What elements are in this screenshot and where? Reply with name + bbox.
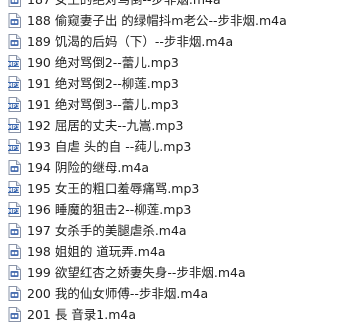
file-name: 191 绝对骂倒3--蕾儿.mp3 xyxy=(27,97,179,112)
file-row[interactable]: MP3 190 绝对骂倒2--蕾儿.mp3 xyxy=(0,52,350,73)
svg-text:MP3: MP3 xyxy=(8,209,20,215)
audio-file-icon xyxy=(8,265,21,280)
audio-file-icon xyxy=(8,0,21,7)
file-name: 194 阴险的继母.m4a xyxy=(27,160,150,175)
file-name: 190 绝对骂倒2--蕾儿.mp3 xyxy=(27,55,179,70)
mp3-file-icon: MP3 xyxy=(7,55,21,70)
file-name: 196 睡魔的狙击2--柳莲.mp3 xyxy=(27,202,192,217)
file-name: 195 女王的粗口羞辱痛骂.mp3 xyxy=(27,181,200,196)
file-name: 192 屈居的丈夫--九嵩.mp3 xyxy=(27,118,184,133)
svg-text:MP3: MP3 xyxy=(8,104,20,110)
file-row[interactable]: MP3 193 自虐 头的自 --莼儿.mp3 xyxy=(0,136,350,157)
file-row[interactable]: 194 阴险的继母.m4a xyxy=(0,157,350,178)
svg-text:MP3: MP3 xyxy=(8,125,20,131)
file-row[interactable]: MP3 191 绝对骂倒2--柳莲.mp3 xyxy=(0,73,350,94)
svg-text:MP3: MP3 xyxy=(8,62,20,68)
svg-text:MP3: MP3 xyxy=(8,83,20,89)
file-row[interactable]: MP3 195 女王的粗口羞辱痛骂.mp3 xyxy=(0,178,350,199)
mp3-file-icon: MP3 xyxy=(7,97,21,112)
file-row[interactable]: MP3 196 睡魔的狙击2--柳莲.mp3 xyxy=(0,199,350,220)
file-row[interactable]: 201 長 音录1.m4a xyxy=(0,304,350,325)
file-name: 187 女王的绝对骂倒--步非烟.m4a xyxy=(27,0,221,10)
file-name: 200 我的仙女师傅--步非烟.m4a xyxy=(27,286,209,301)
file-name: 188 偷窥妻子出 的绿帽抖m老公--步非烟.m4a xyxy=(27,13,287,28)
file-row[interactable]: MP3 191 绝对骂倒3--蕾儿.mp3 xyxy=(0,94,350,115)
mp3-file-icon: MP3 xyxy=(7,139,21,154)
file-row[interactable]: 197 女杀手的美腿虐杀.m4a xyxy=(0,220,350,241)
file-name: 201 長 音录1.m4a xyxy=(27,307,137,322)
audio-file-icon xyxy=(8,13,21,28)
mp3-file-icon: MP3 xyxy=(7,181,21,196)
audio-file-icon xyxy=(8,34,21,49)
audio-file-icon xyxy=(8,223,21,238)
file-row[interactable]: 199 欲望红杏之娇妻失身--步非烟.m4a xyxy=(0,262,350,283)
mp3-file-icon: MP3 xyxy=(7,76,21,91)
file-name: 199 欲望红杏之娇妻失身--步非烟.m4a xyxy=(27,265,246,280)
svg-text:MP3: MP3 xyxy=(8,146,20,152)
file-row[interactable]: 188 偷窥妻子出 的绿帽抖m老公--步非烟.m4a xyxy=(0,10,350,31)
mp3-file-icon: MP3 xyxy=(7,202,21,217)
file-row[interactable]: 187 女王的绝对骂倒--步非烟.m4a xyxy=(0,0,350,10)
file-row[interactable]: MP3 192 屈居的丈夫--九嵩.mp3 xyxy=(0,115,350,136)
mp3-file-icon: MP3 xyxy=(7,118,21,133)
audio-file-icon xyxy=(8,307,21,322)
file-name: 189 饥渴的后妈（下）--步非烟.m4a xyxy=(27,34,234,49)
audio-file-icon xyxy=(8,160,21,175)
file-row[interactable]: 189 饥渴的后妈（下）--步非烟.m4a xyxy=(0,31,350,52)
file-name: 191 绝对骂倒2--柳莲.mp3 xyxy=(27,76,179,91)
file-name: 198 姐姐的 道玩弄.m4a xyxy=(27,244,166,259)
file-list: 187 女王的绝对骂倒--步非烟.m4a 188 偷窥妻子出 的绿帽抖m老公--步… xyxy=(0,0,350,325)
audio-file-icon xyxy=(8,244,21,259)
audio-file-icon xyxy=(8,286,21,301)
file-name: 193 自虐 头的自 --莼儿.mp3 xyxy=(27,139,192,154)
file-row[interactable]: 200 我的仙女师傅--步非烟.m4a xyxy=(0,283,350,304)
svg-text:MP3: MP3 xyxy=(8,188,20,194)
file-row[interactable]: 198 姐姐的 道玩弄.m4a xyxy=(0,241,350,262)
file-name: 197 女杀手的美腿虐杀.m4a xyxy=(27,223,187,238)
